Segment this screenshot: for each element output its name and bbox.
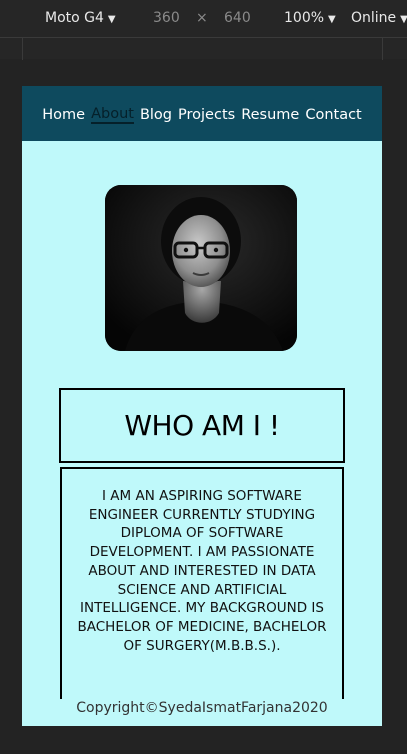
device-viewport: Home About Blog Projects Resume Contact [22, 86, 382, 726]
device-select[interactable]: Moto G4 ▼ [45, 10, 116, 26]
zoom-select[interactable]: 100% ▼ [284, 10, 336, 26]
nav-link-contact[interactable]: Contact [305, 107, 361, 123]
width-input[interactable]: 360 [153, 10, 180, 26]
times-icon: × [196, 10, 208, 26]
chevron-down-icon: ▼ [328, 14, 336, 25]
width-value: 360 [153, 10, 180, 26]
site-navbar: Home About Blog Projects Resume Contact [22, 86, 382, 141]
network-throttle-select[interactable]: Online ▼ [351, 10, 407, 26]
profile-photo [105, 185, 297, 351]
chevron-down-icon: ▼ [107, 14, 116, 25]
height-value: 640 [224, 10, 251, 26]
dimension-separator: × [196, 10, 208, 26]
bio-text: I AM AN ASPIRING SOFTWARE ENGINEER CURRE… [77, 488, 327, 654]
portrait-image [105, 185, 297, 351]
nav-link-home[interactable]: Home [42, 107, 85, 123]
section-heading: WHO AM I ! [124, 409, 280, 442]
who-am-i-box: WHO AM I ! [59, 388, 345, 463]
ruler-tick [382, 38, 383, 60]
bio-box: I AM AN ASPIRING SOFTWARE ENGINEER CURRE… [60, 467, 344, 699]
device-name: Moto G4 [45, 10, 104, 26]
nav-link-about[interactable]: About [91, 106, 134, 124]
zoom-value: 100% [284, 10, 325, 26]
ruler-tick [22, 38, 23, 60]
nav-link-projects[interactable]: Projects [178, 107, 235, 123]
chevron-down-icon: ▼ [400, 14, 407, 25]
footer-copyright: Copyright©SyedaIsmatFarjana2020 [76, 700, 328, 716]
nav-link-blog[interactable]: Blog [140, 107, 172, 123]
nav-link-resume[interactable]: Resume [241, 107, 299, 123]
height-input[interactable]: 640 [224, 10, 251, 26]
network-value: Online [351, 10, 397, 26]
devtools-ruler [0, 37, 407, 60]
devtools-device-toolbar: Moto G4 ▼ 360 × 640 100% ▼ Online ▼ [0, 0, 407, 37]
